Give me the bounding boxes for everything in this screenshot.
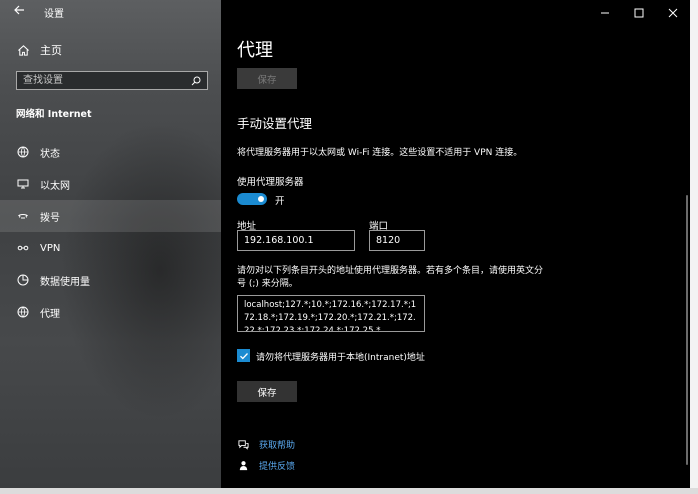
search-input[interactable] [17,74,189,87]
toggle-state-label: 开 [275,196,285,207]
sidebar-item-label: VPN [40,242,61,254]
sidebar-item-dialup[interactable]: 拨号 [0,200,221,232]
feedback-icon [237,460,249,472]
get-help-row[interactable]: 获取帮助 [237,438,295,451]
get-help-link[interactable]: 获取帮助 [259,438,295,451]
close-icon [668,3,678,22]
desktop-background [690,0,698,494]
use-proxy-toggle[interactable] [237,193,267,205]
close-button[interactable] [656,0,690,24]
nav-home-label: 主页 [40,44,62,57]
back-button[interactable] [0,0,38,24]
title-bar: 设置 [0,0,221,24]
app-title: 设置 [44,8,64,20]
nav-list: 状态 以太网 拨号 VPN 数据使用量 代理 [0,136,221,328]
bypass-local-label: 请勿将代理服务器用于本地(Intranet)地址 [256,353,425,363]
home-icon [16,43,30,57]
sidebar-item-label: 数据使用量 [40,276,90,288]
vpn-icon [16,241,30,255]
search-box[interactable] [16,71,208,90]
pie-chart-icon [16,273,30,287]
minimize-icon [600,3,610,22]
feedback-row[interactable]: 提供反馈 [237,459,295,472]
save-button[interactable]: 保存 [237,381,297,402]
sidebar-item-status[interactable]: 状态 [0,136,221,168]
globe-status-icon [16,145,30,159]
give-feedback-link[interactable]: 提供反馈 [259,459,295,472]
sidebar-item-vpn[interactable]: VPN [0,232,221,264]
toggle-knob [258,196,264,202]
globe-icon [16,305,30,319]
save-button-disabled[interactable]: 保存 [237,68,297,89]
section-description: 将代理服务器用于以太网或 Wi-Fi 连接。这些设置不适用于 VPN 连接。 [237,148,523,158]
content-pane: 代理 保存 手动设置代理 将代理服务器用于以太网或 Wi-Fi 连接。这些设置不… [221,0,690,488]
port-input[interactable] [369,230,425,251]
sidebar-item-label: 拨号 [40,212,60,224]
sidebar-item-label: 状态 [40,148,60,160]
section-heading: 网络和 Internet [16,109,92,120]
checkmark-icon [239,346,249,365]
use-proxy-label: 使用代理服务器 [237,177,304,188]
search-icon[interactable] [189,74,203,88]
phone-icon [16,209,30,223]
maximize-button[interactable] [622,0,656,24]
help-chat-icon [237,439,249,451]
settings-window: 设置 主页 网络和 Internet 状态 [0,0,690,488]
sidebar-item-label: 代理 [40,308,60,320]
section-subheading: 手动设置代理 [237,116,313,131]
sidebar: 设置 主页 网络和 Internet 状态 [0,0,260,488]
exceptions-description: 请勿对以下列条目开头的地址使用代理服务器。若有多个条目，请使用英文分号 (;) … [237,266,544,289]
page-title: 代理 [237,40,273,61]
exceptions-textarea[interactable]: localhost;127.*;10.*;172.16.*;172.17.*;1… [237,295,425,332]
window-controls [588,0,690,24]
bypass-local-checkbox[interactable] [237,349,250,362]
nav-home[interactable]: 主页 [0,38,221,62]
content-scrollbar[interactable] [686,195,688,465]
monitor-icon [16,177,30,191]
sidebar-item-ethernet[interactable]: 以太网 [0,168,221,200]
sidebar-item-data-usage[interactable]: 数据使用量 [0,264,221,296]
sidebar-item-proxy[interactable]: 代理 [0,296,221,328]
sidebar-item-label: 以太网 [40,180,70,192]
maximize-icon [634,3,644,22]
address-input[interactable] [237,230,355,251]
desktop-taskbar-edge [0,488,698,494]
minimize-button[interactable] [588,0,622,24]
back-arrow-icon [13,4,25,20]
